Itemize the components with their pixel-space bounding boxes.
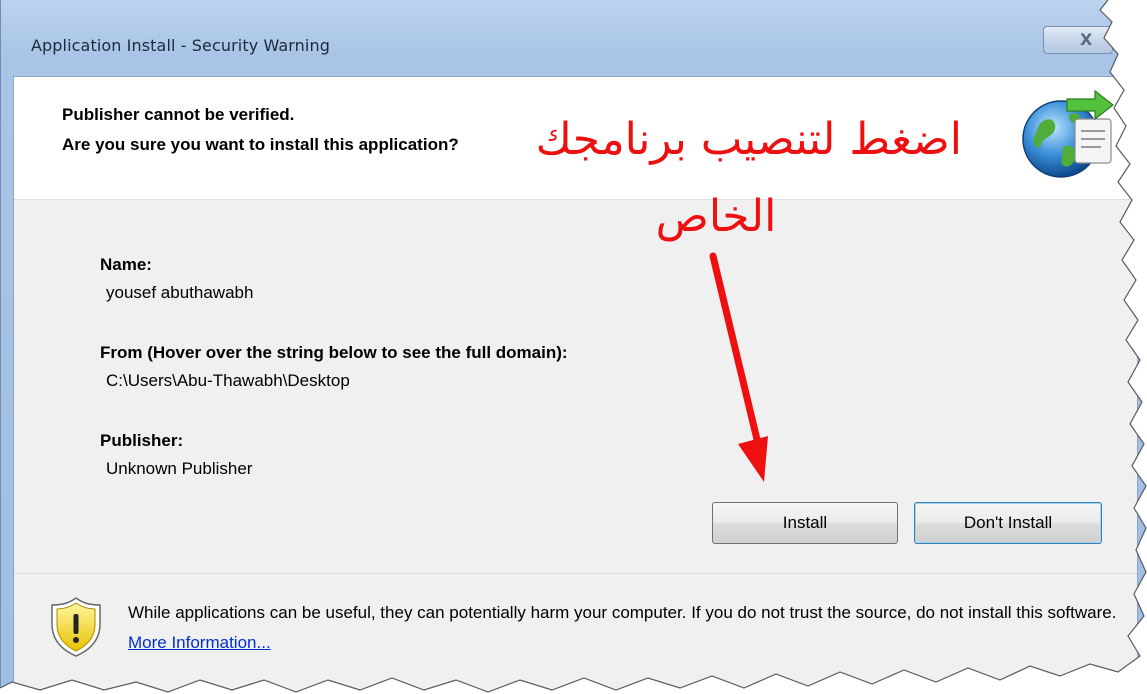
shield-warning-icon <box>51 597 101 657</box>
close-icon: X <box>1080 30 1093 49</box>
name-value: yousef abuthawabh <box>106 283 254 302</box>
publisher-label: Publisher: <box>100 431 184 450</box>
arabic-annotation-line2: الخاص <box>655 191 777 242</box>
warning-footer: While applications can be useful, they c… <box>14 573 1137 694</box>
name-label: Name: <box>100 255 152 274</box>
title-bar[interactable]: Application Install - Security Warning X <box>1 0 1147 76</box>
dialog-content: Publisher cannot be verified. Are you su… <box>13 76 1138 694</box>
globe-arrow-icon <box>1022 89 1114 178</box>
window-title: Application Install - Security Warning <box>31 36 330 55</box>
publisher-not-verified-heading: Publisher cannot be verified. <box>62 105 295 124</box>
arabic-annotation-line1: اضغط لتنصيب برنامجك <box>535 114 962 165</box>
security-warning-dialog: Application Install - Security Warning X… <box>0 0 1147 694</box>
dont-install-button[interactable]: Don't Install <box>914 502 1102 544</box>
publisher-value: Unknown Publisher <box>106 459 253 478</box>
install-button[interactable]: Install <box>712 502 898 544</box>
install-confirmation-question: Are you sure you want to install this ap… <box>62 135 459 154</box>
from-value[interactable]: C:\Users\Abu-Thawabh\Desktop <box>106 371 350 391</box>
close-button[interactable]: X <box>1043 26 1113 54</box>
warning-message-text: While applications can be useful, they c… <box>128 603 1117 622</box>
more-information-link[interactable]: More Information... <box>128 633 271 652</box>
from-label: From (Hover over the string below to see… <box>100 343 568 362</box>
screenshot-stage: Application Install - Security Warning X… <box>0 0 1147 694</box>
security-warning-message: While applications can be useful, they c… <box>128 598 1118 658</box>
